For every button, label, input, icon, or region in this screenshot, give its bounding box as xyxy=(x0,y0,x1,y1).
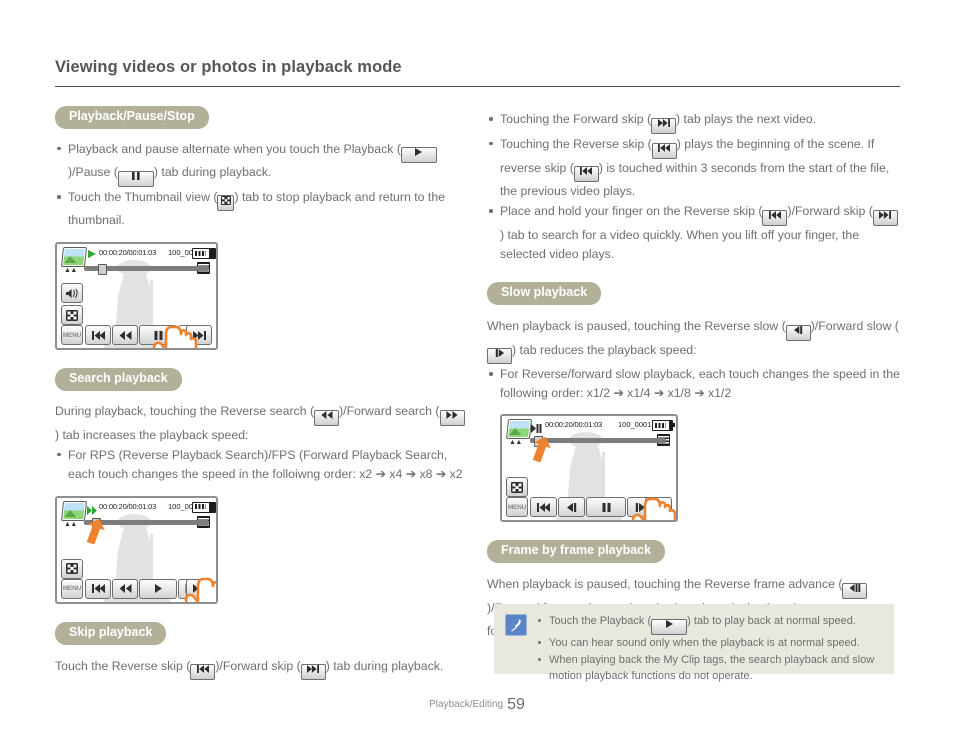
forward-skip-icon xyxy=(651,117,677,134)
right-column: Touching the Forward skip () tab plays t… xyxy=(487,106,900,642)
reverse-frame-advance-icon xyxy=(842,582,868,599)
timecode-label: 00:00:20/00:01:03 xyxy=(545,420,603,430)
title-divider xyxy=(55,86,900,87)
bullet-item: For RPS (Reverse Playback Search)/FPS (F… xyxy=(55,446,465,484)
timecode-label: 00:00:20/00:01:03 xyxy=(99,501,157,511)
note-item: You can hear sound only when the playbac… xyxy=(537,635,894,652)
forward-slow-icon xyxy=(487,348,512,365)
note-pen-icon xyxy=(505,614,527,636)
reverse-skip-icon xyxy=(190,664,216,681)
bullet-item: Place and hold your finger on the Revers… xyxy=(487,202,900,264)
skip-intro: Touch the Reverse skip ()/Forward skip (… xyxy=(55,657,465,681)
bullet-item: Touch the Thumbnail view () tab to stop … xyxy=(55,188,465,230)
skip-bullets: Touching the Forward skip () tab plays t… xyxy=(487,110,900,264)
battery-icon xyxy=(192,501,212,513)
slow-bullets: For Reverse/forward slow playback, each … xyxy=(487,365,900,403)
battery-icon xyxy=(192,248,212,260)
camera-screen-playback: ▲▲ 00:00:20/00:01:03 100_0001 MENU xyxy=(55,242,218,351)
pause-icon xyxy=(117,171,154,188)
bullet-item: Touching the Reverse skip () plays the b… xyxy=(487,135,900,202)
al-mode-icon: ▲▲ xyxy=(509,439,522,447)
section-heading-search: Search playback xyxy=(55,368,182,392)
play-status-icon xyxy=(88,250,96,259)
progress-knob[interactable] xyxy=(98,264,107,276)
photo-thumbnail-icon xyxy=(505,419,533,440)
playback-control-bar xyxy=(57,325,216,346)
forward-skip-button[interactable] xyxy=(645,497,672,518)
reverse-search-icon xyxy=(314,409,340,426)
forward-skip-icon xyxy=(872,210,898,227)
bullet-item: Touching the Forward skip () tab plays t… xyxy=(487,110,900,134)
play-icon xyxy=(400,147,437,164)
note-list: Touch the Playback () tab to play back a… xyxy=(537,604,894,685)
photo-thumbnail-icon xyxy=(60,500,88,521)
al-mode-icon: ▲▲ xyxy=(64,267,77,275)
forward-skip-button[interactable] xyxy=(186,578,212,599)
bullet-item: Playback and pause alternate when you to… xyxy=(55,140,465,188)
thumbnail-view-icon xyxy=(217,195,235,212)
forward-skip-button[interactable] xyxy=(186,325,212,346)
reverse-search-button[interactable] xyxy=(112,578,138,599)
footer-page-number: 59 xyxy=(507,696,525,713)
note-box: Touch the Playback () tab to play back a… xyxy=(494,604,894,682)
section-heading-skip: Skip playback xyxy=(55,621,167,645)
camera-screen-search: ▲▲ 00:00:20/00:01:03 100_0001 MENU xyxy=(55,495,218,604)
forward-skip-icon xyxy=(300,664,326,681)
bullet-item: For Reverse/forward slow playback, each … xyxy=(487,365,900,403)
orange-pointer-arrow xyxy=(86,518,106,549)
thumbnail-view-button[interactable] xyxy=(506,477,528,498)
photo-thumbnail-icon xyxy=(60,247,88,268)
reverse-skip-button[interactable] xyxy=(530,497,557,518)
left-column: Playback/Pause/Stop Playback and pause a… xyxy=(55,106,465,681)
playback-control-bar xyxy=(57,578,216,599)
search-intro: During playback, touching the Reverse se… xyxy=(55,402,465,445)
orange-pointer-arrow xyxy=(532,436,552,467)
reverse-slow-button[interactable] xyxy=(558,497,585,518)
speaker-button[interactable] xyxy=(61,283,83,304)
reverse-skip-icon xyxy=(762,210,788,227)
page-footer: Playback/Editing 59 xyxy=(0,696,954,714)
file-number-label: 100_0001 xyxy=(618,420,652,430)
reverse-skip-button[interactable] xyxy=(85,578,111,599)
playback-progress-bar[interactable] xyxy=(84,264,209,276)
thumbnail-view-button[interactable] xyxy=(61,305,83,326)
timecode-label: 00:00:20/00:01:03 xyxy=(99,248,157,258)
reverse-search-button[interactable] xyxy=(112,325,138,346)
search-bullets: For RPS (Reverse Playback Search)/FPS (F… xyxy=(55,446,465,484)
reverse-skip-icon xyxy=(651,142,677,159)
reverse-skip-icon xyxy=(573,166,599,183)
pause-button[interactable] xyxy=(139,325,177,346)
reverse-skip-button[interactable] xyxy=(85,325,111,346)
section-heading-slow: Slow playback xyxy=(487,282,602,305)
pause-button[interactable] xyxy=(586,497,626,518)
footer-section-label: Playback/Editing xyxy=(429,699,504,710)
reverse-slow-icon xyxy=(785,324,811,341)
playback-control-bar xyxy=(502,497,676,518)
play-button[interactable] xyxy=(139,578,177,599)
note-item: Touch the Playback () tab to play back a… xyxy=(537,613,894,636)
slow-intro: When playback is paused, touching the Re… xyxy=(487,317,900,365)
battery-icon xyxy=(652,420,672,432)
camera-screen-slow: ▲▲ 00:00:20/00:01:03 100_0001 MENU xyxy=(500,414,678,523)
section-heading-playback: Playback/Pause/Stop xyxy=(55,106,209,129)
play-icon xyxy=(651,619,688,636)
thumbnail-view-button[interactable] xyxy=(61,558,83,579)
note-item: When playing back the My Clip tags, the … xyxy=(537,652,894,685)
manual-page: Viewing videos or photos in playback mod… xyxy=(0,0,954,730)
page-title: Viewing videos or photos in playback mod… xyxy=(55,58,402,76)
playback-bullets: Playback and pause alternate when you to… xyxy=(55,140,465,231)
al-mode-icon: ▲▲ xyxy=(64,520,77,528)
forward-search-icon xyxy=(439,409,465,426)
section-heading-frame: Frame by frame playback xyxy=(487,540,666,563)
